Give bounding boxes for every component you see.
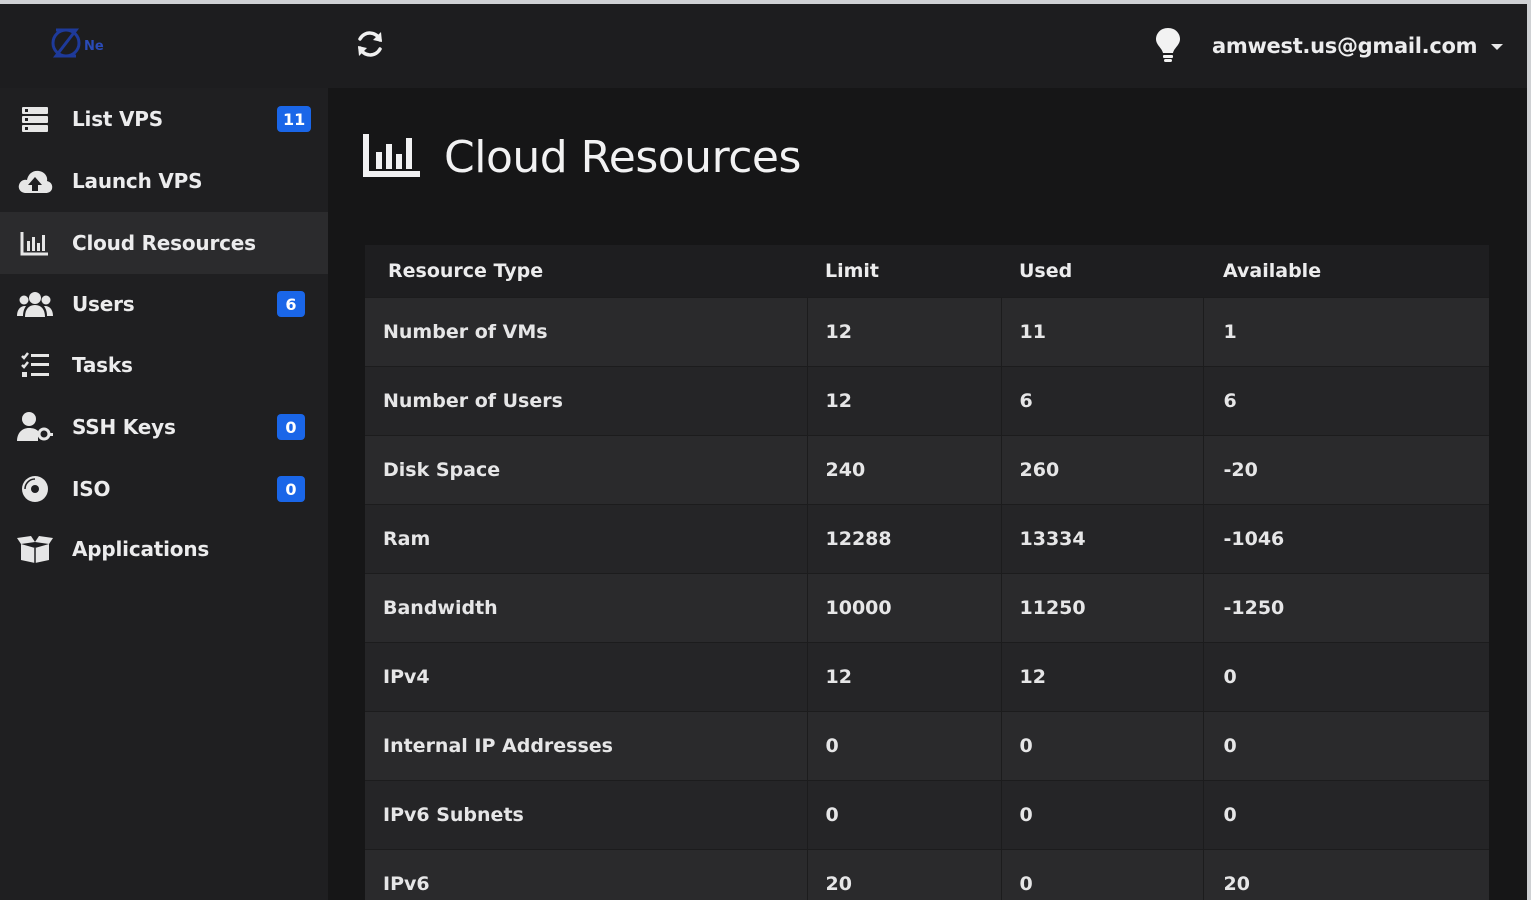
table-cell: 12 xyxy=(806,365,1001,435)
app-window: Ne amwest.us@gmail.com List VPS 11 Launc… xyxy=(0,0,1531,900)
sidebar-item-cloud-resources[interactable]: Cloud Resources xyxy=(0,212,328,274)
table-cell: IPv4 xyxy=(365,641,807,711)
table-cell: 0 xyxy=(1000,710,1203,780)
table-cell: 0 xyxy=(1202,641,1489,711)
table-cell: 10000 xyxy=(806,572,1001,642)
page-title: Cloud Resources xyxy=(444,131,801,183)
table-cell: 11250 xyxy=(1000,572,1203,642)
list-icon xyxy=(16,103,54,135)
resources-table: Resource Type Limit Used Available Numbe… xyxy=(365,245,1489,900)
count-badge: 0 xyxy=(277,414,305,440)
user-email: amwest.us@gmail.com xyxy=(1212,34,1478,58)
sidebar-item-label: Launch VPS xyxy=(72,169,203,193)
users-icon xyxy=(16,288,54,320)
sidebar-item-iso[interactable]: ISO 0 xyxy=(0,458,328,520)
lightbulb-icon[interactable] xyxy=(1154,26,1182,64)
table-cell: 0 xyxy=(1000,779,1203,849)
tasks-icon xyxy=(16,349,54,381)
sidebar-item-label: Users xyxy=(72,292,135,316)
table-cell: 260 xyxy=(1000,434,1203,504)
refresh-icon[interactable] xyxy=(352,26,388,62)
table-cell: 12 xyxy=(1000,641,1203,711)
disc-icon xyxy=(16,473,54,505)
table-cell: 240 xyxy=(806,434,1001,504)
bar-chart-icon xyxy=(16,227,54,259)
count-badge: 0 xyxy=(277,476,305,502)
sidebar-item-applications[interactable]: Applications xyxy=(0,518,328,580)
table-row: Ram 12288 13334 -1046 xyxy=(365,503,1489,573)
column-header: Available xyxy=(1203,245,1489,297)
table-cell: Number of Users xyxy=(365,365,807,435)
cloud-upload-icon xyxy=(16,165,54,197)
main-content: Cloud Resources Resource Type Limit Used… xyxy=(328,88,1527,900)
table-cell: -1046 xyxy=(1202,503,1489,573)
table-cell: 6 xyxy=(1000,365,1203,435)
sidebar-item-tasks[interactable]: Tasks xyxy=(0,334,328,396)
page-header: Cloud Resources xyxy=(362,124,801,190)
table-row: Bandwidth 10000 11250 -1250 xyxy=(365,572,1489,642)
table-cell: 0 xyxy=(806,710,1001,780)
sidebar-item-label: SSH Keys xyxy=(72,415,176,439)
table-row: Internal IP Addresses 0 0 0 xyxy=(365,710,1489,780)
sidebar-item-list-vps[interactable]: List VPS 11 xyxy=(0,88,328,150)
count-badge: 11 xyxy=(277,106,312,132)
table-cell: 0 xyxy=(1000,848,1203,900)
table-cell: Internal IP Addresses xyxy=(365,710,807,780)
sidebar-item-label: ISO xyxy=(72,477,111,501)
table-cell: Bandwidth xyxy=(365,572,807,642)
table-row: Number of Users 12 6 6 xyxy=(365,365,1489,435)
svg-text:Ne: Ne xyxy=(84,39,104,54)
table-cell: -20 xyxy=(1202,434,1489,504)
table-cell: 0 xyxy=(1202,779,1489,849)
sidebar-item-users[interactable]: Users 6 xyxy=(0,273,328,335)
table-cell: Number of VMs xyxy=(365,296,807,366)
sidebar: List VPS 11 Launch VPS Cloud Resources U… xyxy=(0,88,328,900)
sidebar-item-label: List VPS xyxy=(72,107,163,131)
table-cell: Disk Space xyxy=(365,434,807,504)
table-cell: 6 xyxy=(1202,365,1489,435)
table-cell: 11 xyxy=(1000,296,1203,366)
table-cell: 12288 xyxy=(806,503,1001,573)
sidebar-item-launch-vps[interactable]: Launch VPS xyxy=(0,150,328,212)
table-cell: Ram xyxy=(365,503,807,573)
table-cell: 20 xyxy=(806,848,1001,900)
sidebar-item-label: Applications xyxy=(72,537,210,561)
count-badge: 6 xyxy=(277,291,305,317)
table-cell: 12 xyxy=(806,296,1001,366)
user-menu[interactable]: amwest.us@gmail.com xyxy=(1212,30,1504,62)
table-row: Number of VMs 12 11 1 xyxy=(365,296,1489,366)
table-row: Disk Space 240 260 -20 xyxy=(365,434,1489,504)
column-header: Used xyxy=(1001,245,1203,297)
table-cell: -1250 xyxy=(1202,572,1489,642)
table-cell: 1 xyxy=(1202,296,1489,366)
sidebar-item-ssh-keys[interactable]: SSH Keys 0 xyxy=(0,396,328,458)
top-bar: Ne amwest.us@gmail.com xyxy=(0,4,1527,88)
table-row: IPv6 Subnets 0 0 0 xyxy=(365,779,1489,849)
table-header-row: Resource Type Limit Used Available xyxy=(365,245,1489,297)
table-cell: 12 xyxy=(806,641,1001,711)
table-cell: 0 xyxy=(1202,710,1489,780)
table-row: IPv4 12 12 0 xyxy=(365,641,1489,711)
table-cell: 0 xyxy=(806,779,1001,849)
table-cell: 20 xyxy=(1202,848,1489,900)
box-icon xyxy=(16,533,54,565)
table-cell: IPv6 Subnets xyxy=(365,779,807,849)
column-header: Resource Type xyxy=(365,245,807,297)
table-row: IPv6 20 0 20 xyxy=(365,848,1489,900)
sidebar-item-label: Tasks xyxy=(72,353,133,377)
table-cell: IPv6 xyxy=(365,848,807,900)
column-header: Limit xyxy=(807,245,1001,297)
table-cell: 13334 xyxy=(1000,503,1203,573)
chevron-down-icon xyxy=(1491,44,1504,50)
brand-logo[interactable]: Ne xyxy=(46,22,126,66)
bar-chart-icon xyxy=(362,130,424,184)
user-key-icon xyxy=(16,411,54,443)
sidebar-item-label: Cloud Resources xyxy=(72,231,256,255)
